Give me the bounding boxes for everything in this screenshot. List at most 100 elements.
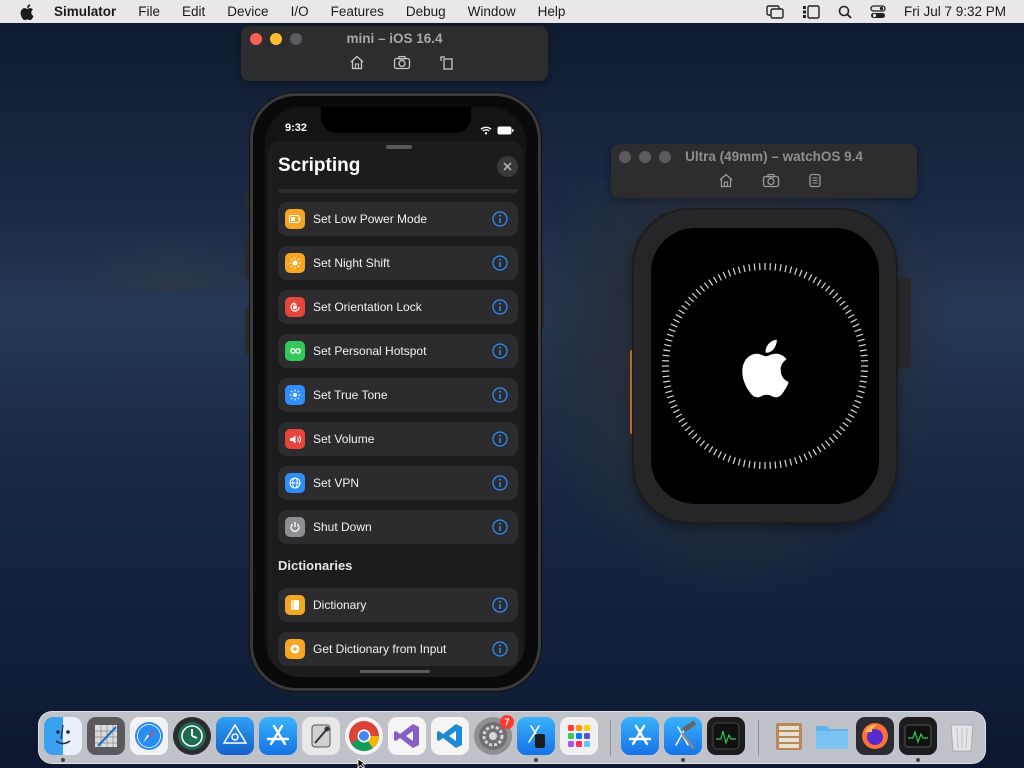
info-icon[interactable] xyxy=(492,255,508,271)
visual-studio-icon[interactable] xyxy=(388,717,426,755)
progress-tick xyxy=(742,265,746,273)
dock-separator xyxy=(758,720,759,756)
menu-help[interactable]: Help xyxy=(538,4,566,19)
action-picker-sheet: Scripting Set Low Power Mode Set Night S… xyxy=(268,141,523,677)
info-icon[interactable] xyxy=(492,475,508,491)
spotlight-search-icon[interactable] xyxy=(838,5,852,19)
progress-tick xyxy=(854,399,862,404)
testflight-icon[interactable] xyxy=(216,717,254,755)
notification-badge: 7 xyxy=(500,715,514,729)
iphone-notch xyxy=(321,107,471,133)
instruments-icon[interactable] xyxy=(87,717,125,755)
menu-device[interactable]: Device xyxy=(227,4,268,19)
action-row-set-personal-hotspot[interactable]: Set Personal Hotspot xyxy=(278,334,518,368)
launchpad-icon[interactable] xyxy=(560,717,598,755)
info-icon[interactable] xyxy=(492,387,508,403)
archive-utility-icon[interactable] xyxy=(770,717,808,755)
home-button-icon[interactable] xyxy=(349,55,365,70)
action-row-set-true-tone[interactable]: Set True Tone xyxy=(278,378,518,412)
finder-icon[interactable] xyxy=(44,717,82,755)
iphone-volume-up-button[interactable] xyxy=(245,233,249,279)
watch-home-button-icon[interactable] xyxy=(718,173,734,188)
info-icon[interactable] xyxy=(492,343,508,359)
menu-edit[interactable]: Edit xyxy=(182,4,205,19)
watch-window-title: Ultra (49mm) – watchOS 9.4 xyxy=(685,149,863,164)
info-icon[interactable] xyxy=(492,211,508,227)
menu-file[interactable]: File xyxy=(138,4,160,19)
system-preferences-icon[interactable]: 7 xyxy=(474,715,514,755)
progress-tick xyxy=(664,343,672,347)
progress-tick xyxy=(666,333,674,337)
progress-tick xyxy=(852,404,860,409)
progress-tick xyxy=(737,266,741,274)
progress-tick xyxy=(699,285,706,292)
apple-logo-icon xyxy=(742,339,789,398)
menu-debug[interactable]: Debug xyxy=(406,4,446,19)
action-row-label: Set Personal Hotspot xyxy=(313,344,427,358)
screenshot-button-icon[interactable] xyxy=(393,55,411,70)
trash-icon[interactable] xyxy=(943,717,981,755)
home-indicator[interactable] xyxy=(360,670,430,673)
status-time: 9:32 xyxy=(285,122,308,134)
xcode-icon[interactable] xyxy=(664,717,702,755)
menu-app-name[interactable]: Simulator xyxy=(54,4,116,19)
action-row-set-night-shift[interactable]: Set Night Shift xyxy=(278,246,518,280)
action-row-dictionary[interactable]: Dictionary xyxy=(278,588,518,622)
menu-io[interactable]: I/O xyxy=(291,4,309,19)
stage-manager-icon[interactable] xyxy=(802,4,820,19)
folder-icon[interactable] xyxy=(813,717,851,755)
progress-tick xyxy=(857,338,865,342)
progress-tick xyxy=(666,395,674,399)
vscode-icon[interactable] xyxy=(431,717,469,755)
info-icon[interactable] xyxy=(492,641,508,657)
info-icon[interactable] xyxy=(492,431,508,447)
rotate-button-icon[interactable] xyxy=(439,55,455,70)
action-row-set-low-power-mode[interactable]: Set Low Power Mode xyxy=(278,202,518,236)
safari-icon[interactable] xyxy=(130,717,168,755)
progress-tick xyxy=(774,263,777,271)
action-row-set-vpn[interactable]: Set VPN xyxy=(278,466,518,500)
running-indicator xyxy=(61,758,65,762)
sheet-grabber[interactable] xyxy=(386,145,412,149)
menu-features[interactable]: Features xyxy=(331,4,384,19)
watch-screenshot-button-icon[interactable] xyxy=(762,173,780,188)
action-row-set-orientation-lock[interactable]: Set Orientation Lock xyxy=(278,290,518,324)
progress-tick xyxy=(847,313,855,319)
progress-tick xyxy=(820,282,827,289)
simulator-icon[interactable] xyxy=(517,717,555,755)
progress-tick xyxy=(858,385,866,389)
app-store-dev-icon[interactable] xyxy=(621,717,659,755)
action-row-shut-down[interactable]: Shut Down xyxy=(278,510,518,544)
console-icon[interactable] xyxy=(899,717,937,755)
info-icon[interactable] xyxy=(492,519,508,535)
progress-tick xyxy=(856,395,864,399)
progress-tick xyxy=(812,276,818,284)
watch-window-toolbar: Ultra (49mm) – watchOS 9.4 xyxy=(611,144,917,198)
menu-clock[interactable]: Fri Jul 7 9:32 PM xyxy=(904,4,1006,19)
wifi-icon xyxy=(480,122,492,140)
firefox-icon[interactable] xyxy=(856,717,894,755)
progress-tick xyxy=(854,328,862,333)
chrome-icon[interactable] xyxy=(345,717,383,755)
progress-tick xyxy=(858,343,866,347)
time-machine-icon[interactable] xyxy=(173,717,211,755)
info-icon[interactable] xyxy=(492,299,508,315)
action-row-set-volume[interactable]: Set Volume xyxy=(278,422,518,456)
sheet-close-button[interactable] xyxy=(497,156,518,177)
system-toolkit-icon[interactable] xyxy=(302,717,340,755)
control-center-icon[interactable] xyxy=(870,4,886,19)
iphone-volume-down-button[interactable] xyxy=(245,308,249,354)
progress-tick xyxy=(779,460,782,468)
globe-icon xyxy=(285,473,305,493)
apple-menu-icon[interactable] xyxy=(20,3,36,20)
activity-monitor-icon[interactable] xyxy=(707,717,745,755)
info-icon[interactable] xyxy=(492,597,508,613)
app-store-icon[interactable] xyxy=(259,717,297,755)
watch-side-button-icon[interactable] xyxy=(808,173,822,188)
menu-window[interactable]: Window xyxy=(468,4,516,19)
hotspot-icon xyxy=(285,341,305,361)
progress-tick xyxy=(803,453,808,461)
screen-mirroring-icon[interactable] xyxy=(766,4,784,19)
progress-tick xyxy=(712,448,718,456)
action-row-get-dictionary-from-input[interactable]: Get Dictionary from Input xyxy=(278,632,518,666)
